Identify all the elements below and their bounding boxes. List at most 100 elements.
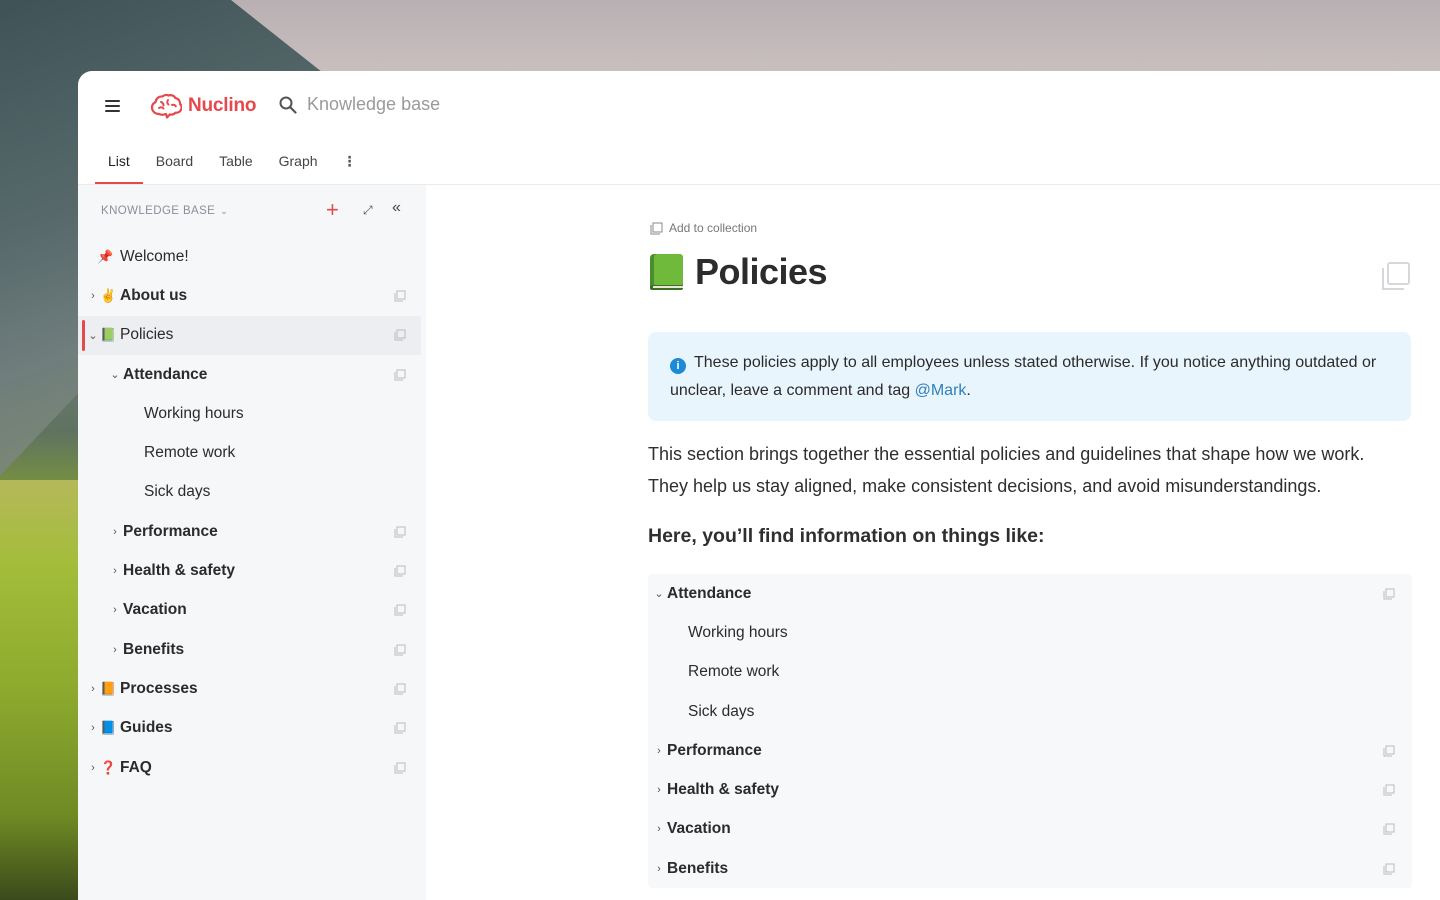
copy-icon[interactable] <box>394 565 406 577</box>
chevron-right-icon[interactable]: › <box>88 762 98 774</box>
tab-list[interactable]: List <box>95 149 143 184</box>
sidebar-item-about-us[interactable]: › ✌️ About us <box>78 276 426 315</box>
sidebar-item-label: Welcome! <box>120 247 189 265</box>
list-item-label: Remote work <box>688 663 780 681</box>
copy-icon[interactable] <box>1383 588 1395 600</box>
sidebar-item-policies[interactable]: ⌄ 📗 Policies <box>78 315 421 355</box>
chevron-right-icon[interactable]: › <box>110 604 120 616</box>
chevron-right-icon[interactable]: › <box>654 863 664 875</box>
chevron-right-icon[interactable]: › <box>110 526 120 538</box>
list-item-remote-work[interactable]: Remote work <box>648 653 1412 692</box>
list-item-working-hours[interactable]: Working hours <box>648 613 1412 652</box>
copy-icon[interactable] <box>394 722 406 734</box>
list-item-health-safety[interactable]: › Health & safety <box>648 770 1412 809</box>
chevron-down-icon[interactable]: ⌄ <box>110 368 120 381</box>
chevron-right-icon[interactable]: › <box>110 644 120 656</box>
copy-icon[interactable] <box>1383 823 1395 835</box>
search-input[interactable] <box>307 94 567 115</box>
sidebar-item-label: Health & safety <box>123 562 235 580</box>
sidebar-item-performance[interactable]: › Performance <box>78 512 426 551</box>
expand-all-icon[interactable]: ⤢ <box>363 203 373 218</box>
copy-icon[interactable] <box>1381 261 1411 291</box>
chevron-down-icon[interactable]: ⌄ <box>654 587 664 600</box>
list-item-label: Performance <box>667 741 762 759</box>
view-tabs: List Board Table Graph ⋮ <box>95 149 369 185</box>
list-item-benefits[interactable]: › Benefits <box>648 849 1412 888</box>
top-bar: Nuclino <box>78 71 1440 141</box>
sidebar-item-label: Processes <box>120 679 198 697</box>
copy-icon[interactable] <box>394 369 406 381</box>
chevron-right-icon[interactable]: › <box>110 565 120 577</box>
pin-icon: 📌 <box>97 248 114 264</box>
logo[interactable]: Nuclino <box>150 93 256 119</box>
chevron-down-icon[interactable]: ⌄ <box>88 329 98 342</box>
copy-icon[interactable] <box>394 329 406 341</box>
page-title[interactable]: Policies <box>695 251 828 293</box>
brain-logo-icon <box>150 93 182 119</box>
chevron-right-icon[interactable]: › <box>88 290 98 302</box>
sidebar-item-working-hours[interactable]: Working hours <box>78 394 426 433</box>
copy-icon[interactable] <box>1383 745 1395 757</box>
sidebar-item-welcome[interactable]: 📌 Welcome! <box>78 237 426 276</box>
sidebar-item-faq[interactable]: › ❓ FAQ <box>78 748 426 787</box>
chevron-right-icon[interactable]: › <box>88 683 98 695</box>
app-window: Nuclino List Board Table Graph ⋮ KNOWLED… <box>78 71 1440 900</box>
sidebar-item-sick-days[interactable]: Sick days <box>78 473 426 512</box>
menu-icon[interactable] <box>105 100 120 112</box>
copy-icon[interactable] <box>1383 863 1395 875</box>
sidebar-item-attendance[interactable]: ⌄ Attendance <box>78 355 426 394</box>
collapse-sidebar-icon[interactable]: « <box>392 199 401 217</box>
list-item-label: Health & safety <box>667 781 779 799</box>
list-item-performance[interactable]: › Performance <box>648 731 1412 770</box>
sidebar-item-label: Working hours <box>144 404 244 422</box>
add-item-icon[interactable]: + <box>326 199 339 221</box>
copy-icon[interactable] <box>394 604 406 616</box>
list-item-sick-days[interactable]: Sick days <box>648 692 1412 731</box>
blue-book-icon: 📘 <box>100 720 117 736</box>
sidebar-item-label: FAQ <box>120 758 152 776</box>
list-item-attendance[interactable]: ⌄ Attendance <box>648 574 1412 613</box>
workspace-selector[interactable]: KNOWLEDGE BASE ⌄ <box>101 205 228 217</box>
chevron-right-icon[interactable]: › <box>654 784 664 796</box>
add-to-collection-button[interactable]: Add to collection <box>650 221 757 235</box>
sidebar-item-label: Policies <box>120 326 174 344</box>
document-view: Add to collection Policies i These polici… <box>426 185 1440 900</box>
question-mark-icon: ❓ <box>100 759 117 775</box>
sidebar-item-health-safety[interactable]: › Health & safety <box>78 551 426 590</box>
collection-icon <box>650 222 663 234</box>
info-callout: i These policies apply to all employees u… <box>648 332 1411 421</box>
sidebar-item-processes[interactable]: › 📙 Processes <box>78 669 426 708</box>
copy-icon[interactable] <box>394 683 406 695</box>
list-item-vacation[interactable]: › Vacation <box>648 810 1412 849</box>
chevron-right-icon[interactable]: › <box>654 745 664 757</box>
tab-graph[interactable]: Graph <box>266 149 331 184</box>
copy-icon[interactable] <box>394 762 406 774</box>
section-heading: Here, you’ll find information on things … <box>648 525 1045 547</box>
chevron-down-icon: ⌄ <box>220 205 229 216</box>
sidebar-item-benefits[interactable]: › Benefits <box>78 630 426 669</box>
logo-text: Nuclino <box>188 95 257 116</box>
copy-icon[interactable] <box>394 644 406 656</box>
copy-icon[interactable] <box>394 526 406 538</box>
sidebar-item-label: Vacation <box>123 601 187 619</box>
mention-link[interactable]: @Mark <box>915 382 967 399</box>
orange-book-icon: 📙 <box>100 680 117 696</box>
sidebar-tree: 📌 Welcome! › ✌️ About us ⌄ 📗 Policies ⌄ … <box>78 237 426 787</box>
victory-hand-icon: ✌️ <box>100 287 117 303</box>
more-options-icon[interactable]: ⋮ <box>331 149 369 184</box>
sidebar-item-vacation[interactable]: › Vacation <box>78 591 426 630</box>
tab-table[interactable]: Table <box>206 149 265 184</box>
info-icon: i <box>670 358 686 374</box>
sidebar-item-guides[interactable]: › 📘 Guides <box>78 709 426 748</box>
list-item-label: Vacation <box>667 820 731 838</box>
sidebar-item-label: Guides <box>120 719 173 737</box>
copy-icon[interactable] <box>394 290 406 302</box>
sidebar-item-remote-work[interactable]: Remote work <box>78 433 426 472</box>
search-bar[interactable] <box>278 94 567 115</box>
chevron-right-icon[interactable]: › <box>88 722 98 734</box>
copy-icon[interactable] <box>1383 784 1395 796</box>
sidebar-item-label: Remote work <box>144 444 236 462</box>
chevron-right-icon[interactable]: › <box>654 823 664 835</box>
tab-board[interactable]: Board <box>143 149 206 184</box>
search-icon <box>279 96 297 114</box>
